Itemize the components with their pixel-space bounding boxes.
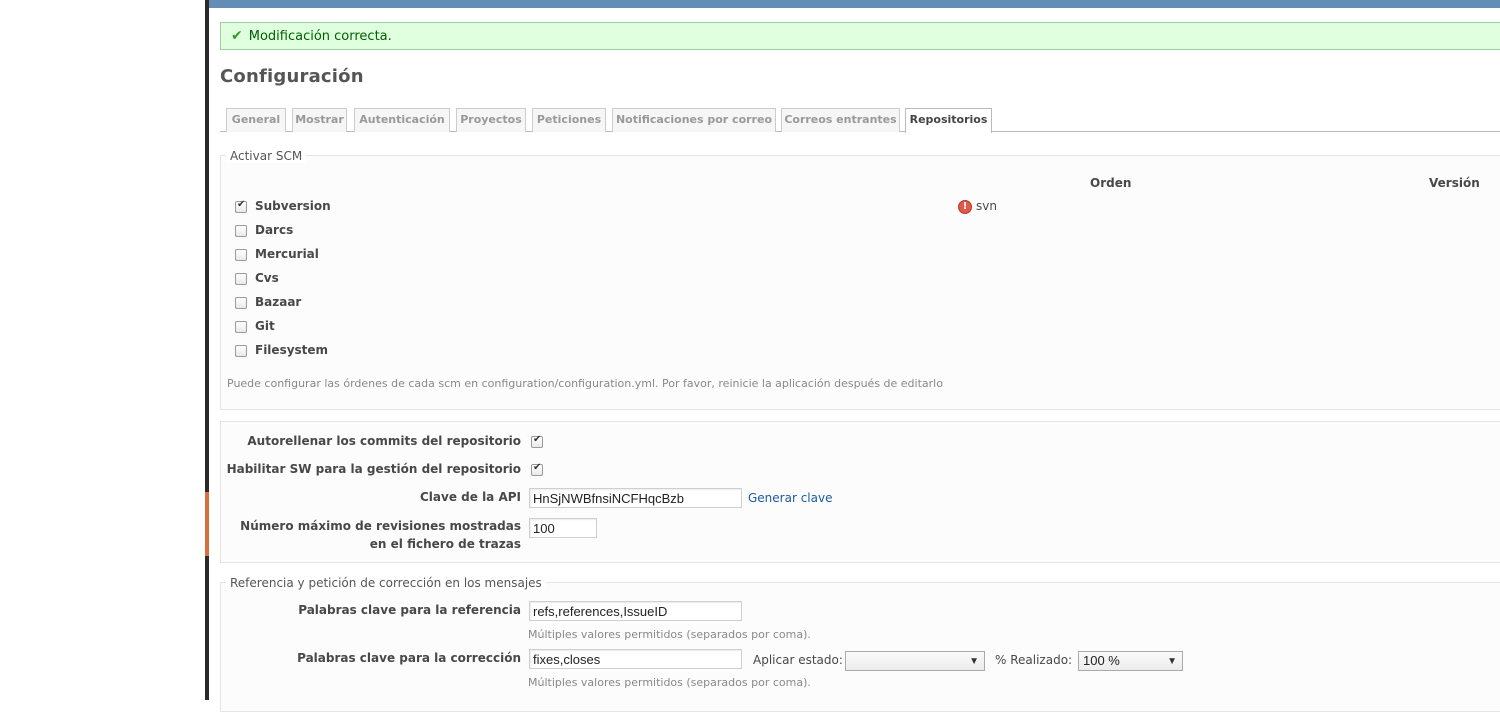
flash-notice: ✔ Modificación correcta.	[220, 22, 1500, 50]
fix-keywords-hint: Múltiples valores permitidos (separados …	[528, 676, 811, 689]
max-revisions-label-line2: en el fichero de trazas	[369, 537, 521, 551]
scm-label: Mercurial	[255, 247, 319, 261]
scm-label: Bazaar	[255, 295, 302, 309]
ws-label: Habilitar SW para la gestión del reposit…	[226, 462, 521, 476]
done-ratio-label: % Realizado:	[995, 653, 1073, 667]
bazaar-checkbox[interactable]	[235, 297, 247, 309]
scm-label: Cvs	[255, 271, 279, 285]
api-key-label: Clave de la API	[420, 490, 521, 504]
tab-general[interactable]: General	[226, 108, 286, 132]
tab-issues[interactable]: Peticiones	[532, 108, 606, 132]
dropdown-arrow-icon: ▼	[969, 656, 979, 667]
page-title: Configuración	[220, 66, 364, 87]
scm-label: Git	[255, 319, 275, 333]
tab-authentication[interactable]: Autenticación	[354, 108, 450, 132]
scm-fieldset: Activar SCM Orden Versión Subversion ! s…	[220, 149, 1500, 410]
apply-status-label: Aplicar estado:	[753, 653, 843, 667]
ref-keywords-input[interactable]	[529, 601, 742, 621]
checkmark-icon: ✔	[231, 28, 243, 44]
autofetch-label: Autorellenar los commits del repositorio	[247, 434, 521, 448]
settings-tabs: General Mostrar Autenticación Proyectos …	[220, 108, 1500, 133]
mercurial-checkbox[interactable]	[235, 249, 247, 261]
apply-status-select[interactable]: ▼	[845, 651, 985, 671]
tab-notifications[interactable]: Notificaciones por correo	[612, 108, 776, 132]
filesystem-checkbox[interactable]	[235, 345, 247, 357]
order-column-header: Orden	[1090, 176, 1132, 190]
max-revisions-label: Número máximo de revisiones mostradas en…	[240, 517, 521, 553]
scm-command: svn	[976, 199, 997, 213]
done-ratio-select[interactable]: 100 % ▼	[1078, 651, 1183, 671]
git-checkbox[interactable]	[235, 321, 247, 333]
references-legend: Referencia y petición de corrección en l…	[226, 576, 546, 590]
outer-left-panel	[0, 0, 205, 700]
scm-config-hint: Puede configurar las órdenes de cada scm…	[227, 377, 943, 390]
tab-repositories[interactable]: Repositorios	[905, 108, 992, 133]
ref-keywords-hint: Múltiples valores permitidos (separados …	[528, 628, 811, 641]
fix-keywords-input[interactable]	[529, 649, 742, 669]
ref-keywords-label: Palabras clave para la referencia	[298, 603, 521, 617]
api-key-input[interactable]	[529, 488, 742, 508]
flash-message: Modificación correcta.	[248, 29, 392, 44]
main-content: ✔ Modificación correcta. Configuración Ge…	[209, 8, 1500, 712]
tab-display[interactable]: Mostrar	[292, 108, 347, 132]
header-bar	[209, 0, 1500, 8]
dropdown-arrow-icon: ▼	[1167, 656, 1177, 667]
tab-projects[interactable]: Proyectos	[456, 108, 526, 132]
scm-label: Filesystem	[255, 343, 329, 357]
scm-label: Subversion	[255, 199, 331, 213]
max-revisions-label-line1: Número máximo de revisiones mostradas	[240, 519, 521, 533]
autofetch-checkbox[interactable]	[531, 434, 543, 448]
repository-settings-box: Autorellenar los commits del repositorio…	[220, 421, 1500, 563]
darcs-checkbox[interactable]	[235, 225, 247, 237]
warning-icon: !	[958, 200, 972, 214]
cvs-checkbox[interactable]	[235, 273, 247, 285]
scm-label: Darcs	[255, 223, 294, 237]
scm-legend: Activar SCM	[226, 149, 307, 163]
subversion-checkbox[interactable]	[235, 199, 247, 213]
ws-checkbox[interactable]	[531, 462, 543, 476]
max-revisions-input[interactable]	[529, 518, 597, 538]
fix-keywords-label: Palabras clave para la corrección	[297, 651, 521, 665]
references-fieldset: Referencia y petición de corrección en l…	[220, 576, 1500, 712]
done-ratio-value: 100 %	[1083, 653, 1120, 668]
tab-incoming-mail[interactable]: Correos entrantes	[781, 108, 900, 132]
version-column-header: Versión	[1429, 176, 1480, 190]
generate-key-link[interactable]: Generar clave	[748, 491, 832, 505]
